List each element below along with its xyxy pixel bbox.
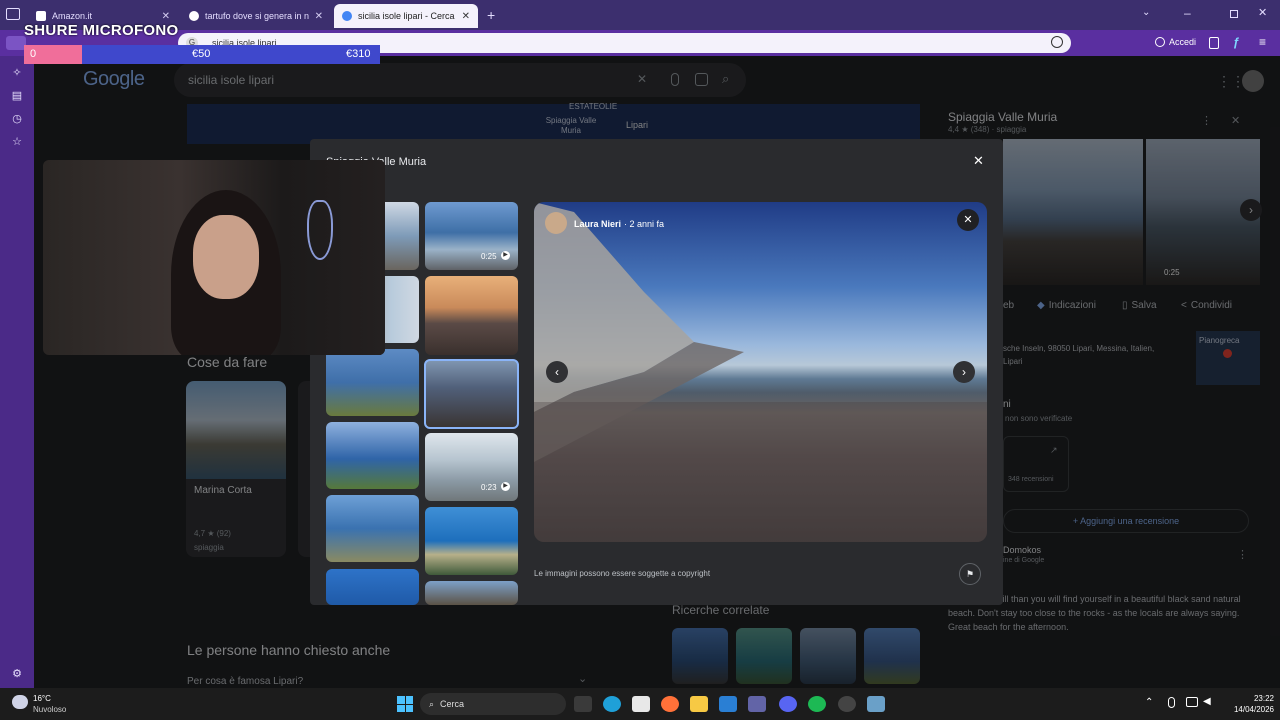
video-thumb[interactable]: 0:25 ▶ <box>425 202 518 270</box>
video-duration: 0:23 <box>481 483 497 492</box>
microphone-icon[interactable] <box>1168 697 1175 708</box>
copyright-note: Le immagini possono essere soggette a co… <box>534 569 711 578</box>
store-icon[interactable] <box>632 696 650 712</box>
mail-icon[interactable] <box>719 696 737 712</box>
obs-icon[interactable] <box>838 696 856 712</box>
photo-thumb[interactable] <box>425 581 518 605</box>
speaker-icon[interactable]: ◀ <box>1203 696 1211 707</box>
webcam-overlay <box>43 160 385 355</box>
modal-close-icon[interactable]: ✕ <box>973 153 984 169</box>
edge-icon[interactable] <box>603 696 621 712</box>
sparkle-icon[interactable]: ✧ <box>9 65 25 81</box>
printer-icon[interactable] <box>867 696 885 712</box>
donation-goal-bar: 0 €50 €310 <box>24 45 380 64</box>
play-icon: ▶ <box>501 251 510 260</box>
settings-icon[interactable]: ⚙ <box>9 666 25 682</box>
new-tab-icon[interactable]: + <box>487 7 495 23</box>
previous-photo-icon[interactable]: ‹ <box>546 361 568 383</box>
photo-thumb[interactable] <box>326 422 419 489</box>
weather-icon[interactable] <box>12 695 28 709</box>
favorites-icon[interactable]: ☆ <box>9 134 25 150</box>
file-explorer-icon[interactable] <box>690 696 708 712</box>
window-close-icon[interactable]: ✕ <box>1258 6 1267 19</box>
photo-thumb[interactable] <box>326 349 419 416</box>
tab-actions-icon[interactable] <box>6 8 20 20</box>
photo-viewer[interactable] <box>534 202 987 542</box>
webcam-face <box>193 215 259 299</box>
photo-rocks <box>534 202 987 542</box>
photo-thumb[interactable] <box>326 495 419 562</box>
tab-tartufo[interactable]: tartufo dove si genera in natura ✕ <box>181 4 331 28</box>
video-duration: 0:25 <box>481 252 497 261</box>
close-icon[interactable]: ✕ <box>162 11 170 22</box>
history-icon[interactable]: ◷ <box>9 111 25 127</box>
tray-chevron-icon[interactable]: ⌃ <box>1145 697 1153 708</box>
viewer-close-icon[interactable]: ✕ <box>957 209 979 231</box>
tab-bar: Amazon.it ✕ tartufo dove si genera in na… <box>0 0 1280 30</box>
donation-mid: €50 <box>192 48 211 60</box>
minimize-icon[interactable]: – <box>1184 6 1191 20</box>
amazon-favicon-icon <box>36 11 46 21</box>
network-icon[interactable] <box>1186 697 1198 707</box>
clock-time[interactable]: 23:22 <box>1222 694 1274 703</box>
close-icon[interactable]: ✕ <box>315 11 323 22</box>
photo-time: · 2 anni fa <box>624 219 665 229</box>
sidebar-toggle-icon[interactable] <box>6 36 26 50</box>
globe-icon[interactable] <box>1051 36 1063 48</box>
task-view-icon[interactable] <box>574 696 592 712</box>
video-thumb[interactable]: 0:23 ▶ <box>425 433 518 501</box>
signin-button[interactable]: Accedi <box>1155 37 1196 47</box>
donation-goal-title: SHURE MICROFONO <box>24 22 179 39</box>
author-avatar[interactable] <box>545 212 567 234</box>
firefox-icon[interactable] <box>661 696 679 712</box>
weather-desc[interactable]: Nuvoloso <box>33 705 66 714</box>
photo-thumb[interactable] <box>425 276 518 355</box>
copilot-icon[interactable]: ƒ <box>1233 35 1240 49</box>
donation-target: €310 <box>346 48 371 60</box>
close-icon[interactable]: ✕ <box>462 11 470 22</box>
windows-start-icon[interactable] <box>397 696 413 712</box>
maximize-icon[interactable] <box>1230 10 1238 18</box>
collections-icon[interactable]: ▤ <box>9 88 25 104</box>
tab-lipari[interactable]: sicilia isole lipari - Cerca con Go ✕ <box>334 4 478 28</box>
photo-thumb[interactable] <box>425 507 518 575</box>
extensions-icon[interactable] <box>1209 37 1219 49</box>
photo-thumb[interactable] <box>326 569 419 605</box>
photo-thumb-selected[interactable] <box>424 359 519 429</box>
play-icon: ▶ <box>501 482 510 491</box>
weather-temp[interactable]: 16°C <box>33 694 51 703</box>
search-icon: ⌕ <box>429 698 435 709</box>
tab-list-icon[interactable]: ⌄ <box>1142 7 1150 18</box>
google-favicon-icon <box>342 11 352 21</box>
menu-icon[interactable]: ≡ <box>1259 35 1266 49</box>
donation-current: 0 <box>30 48 37 60</box>
spotify-icon[interactable] <box>808 696 826 712</box>
clock-date[interactable]: 14/04/2026 <box>1222 705 1274 714</box>
report-flag-icon[interactable]: ⚑ <box>959 563 981 585</box>
neon-sign-icon <box>307 200 333 260</box>
photo-author[interactable]: Laura Nieri <box>574 219 621 229</box>
person-icon <box>1155 37 1165 47</box>
discord-icon[interactable] <box>779 696 797 712</box>
browser-sidebar: ✧ ▤ ◷ ☆ ⚙ <box>0 56 34 688</box>
taskbar-search[interactable]: ⌕ Cerca <box>420 693 566 715</box>
next-photo-icon[interactable]: › <box>953 361 975 383</box>
google-favicon-icon <box>189 11 199 21</box>
teams-icon[interactable] <box>748 696 766 712</box>
